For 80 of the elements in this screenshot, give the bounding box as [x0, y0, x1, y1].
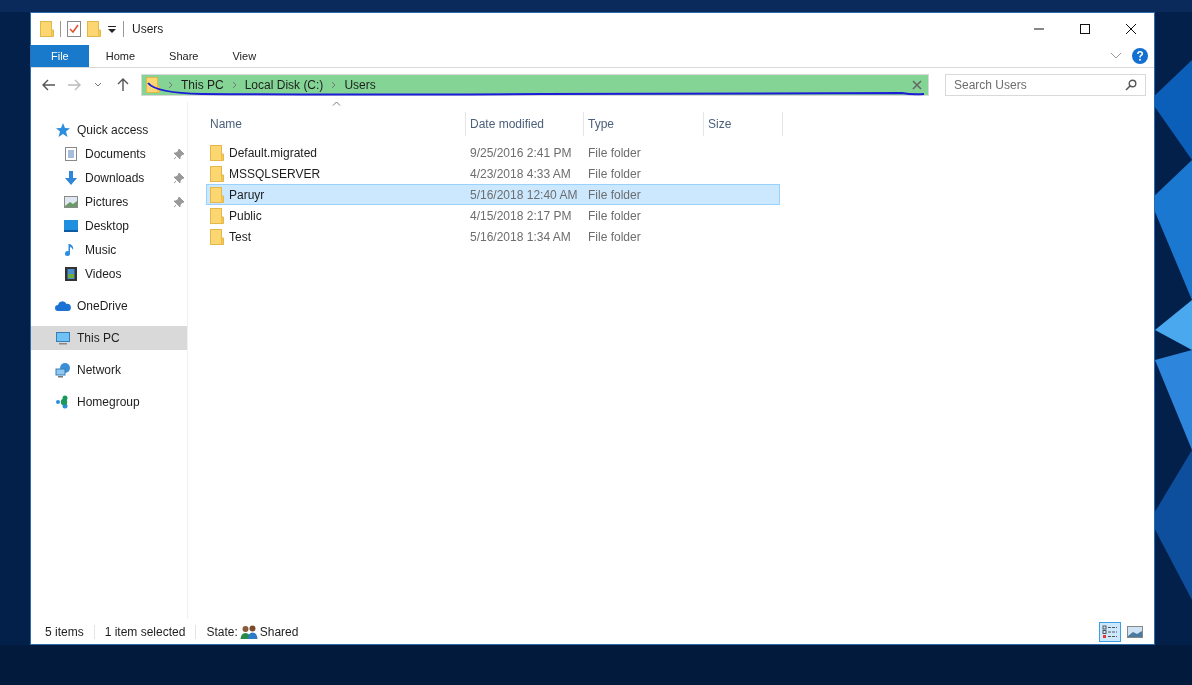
- ribbon-tab[interactable]: View: [215, 45, 274, 67]
- column-header[interactable]: Date modified: [466, 112, 584, 136]
- close-icon[interactable]: [1125, 23, 1137, 35]
- type-cell-text: File folder: [587, 208, 642, 223]
- nav-item[interactable]: Network: [31, 358, 187, 382]
- file-name: MSSQLSERVER: [229, 166, 321, 181]
- folder-icon: [210, 186, 224, 203]
- pc-icon: [55, 330, 71, 346]
- state-value: Shared: [259, 624, 299, 639]
- state-label: State:: [206, 624, 238, 639]
- date-cell-text: 5/16/2018 12:40 AM: [469, 187, 579, 202]
- breadcrumb[interactable]: This PC: [181, 78, 224, 92]
- folder-icon: [210, 165, 224, 182]
- ribbon-tab[interactable]: Home: [88, 45, 153, 67]
- folder-icon: [210, 228, 224, 245]
- nav-item[interactable]: Homegroup: [31, 390, 187, 414]
- breadcrumb[interactable]: Local Disk (C:): [244, 78, 324, 92]
- caret-icon[interactable]: [107, 24, 117, 34]
- date-cell-text: 9/25/2016 2:41 PM: [469, 145, 573, 160]
- column-header[interactable]: Size: [704, 112, 783, 136]
- star-icon: [55, 122, 71, 138]
- pictures-icon: [63, 194, 79, 210]
- column-header[interactable]: Type: [584, 112, 704, 136]
- file-name: Test: [229, 229, 251, 244]
- folder-icon: [210, 207, 224, 224]
- type-cell-text: File folder: [587, 145, 642, 160]
- search-icon: [1125, 79, 1137, 91]
- nav-item[interactable]: Downloads: [31, 166, 187, 190]
- column-header[interactable]: Name: [206, 112, 466, 136]
- item-count: 5 items: [45, 624, 84, 639]
- document-icon: [63, 146, 79, 162]
- up-icon[interactable]: [116, 78, 129, 92]
- nav-item[interactable]: OneDrive: [31, 294, 187, 318]
- folder-icon: [210, 144, 224, 161]
- file-row[interactable]: Public 4/15/2018 2:17 PM File folder: [206, 205, 780, 226]
- nav-item[interactable]: Videos: [31, 262, 187, 286]
- date-cell-text: 5/16/2018 1:34 AM: [469, 229, 572, 244]
- date-cell-text: 4/23/2018 4:33 AM: [469, 166, 572, 181]
- desktop-icon: [63, 218, 79, 234]
- expand-ribbon-icon[interactable]: [1110, 52, 1122, 60]
- file-row[interactable]: Default.migrated 9/25/2016 2:41 PM File folder: [206, 142, 780, 163]
- type-cell-text: File folder: [587, 166, 642, 181]
- chevron-icon: [331, 81, 337, 89]
- nav-item[interactable]: Documents: [31, 142, 187, 166]
- cloud-icon: [55, 298, 71, 314]
- help-icon[interactable]: [1132, 48, 1148, 64]
- ribbon-tab[interactable]: File: [31, 45, 89, 67]
- file-row[interactable]: MSSQLSERVER 4/23/2018 4:33 AM File folder: [206, 163, 780, 184]
- network-icon: [55, 362, 71, 378]
- videos-icon: [63, 266, 79, 282]
- chevron-icon: [168, 81, 173, 89]
- download-icon: [63, 170, 79, 186]
- type-cell-text: File folder: [587, 229, 642, 244]
- window-title: Users: [132, 22, 164, 36]
- search-field[interactable]: Search Users: [945, 74, 1146, 96]
- file-row[interactable]: Test 5/16/2018 1:34 AM File folder: [206, 226, 780, 247]
- nav-item[interactable]: Pictures: [31, 190, 187, 214]
- file-name: Public: [229, 208, 262, 223]
- date-cell-text: 4/15/2018 2:17 PM: [469, 208, 573, 223]
- new-folder-icon: [87, 21, 101, 37]
- selection-count: 1 item selected: [104, 624, 186, 639]
- file-name: Default.migrated: [229, 145, 318, 160]
- address-bar[interactable]: This PC Local Disk (C:) Users: [141, 74, 929, 96]
- folder-icon: [40, 21, 54, 37]
- nav-item[interactable]: Music: [31, 238, 187, 262]
- chevron-icon: [231, 81, 237, 89]
- properties-icon[interactable]: [67, 21, 81, 37]
- nav-item[interactable]: This PC: [31, 326, 187, 350]
- nav-item[interactable]: Quick access: [31, 118, 187, 142]
- ribbon-tab[interactable]: Share: [152, 45, 216, 67]
- details-view-button[interactable]: [1099, 621, 1121, 642]
- file-name: Paruyr: [229, 187, 265, 202]
- file-row[interactable]: Paruyr 5/16/2018 12:40 AM File folder: [206, 184, 780, 205]
- users-icon: [239, 623, 258, 640]
- breadcrumb[interactable]: Users: [344, 78, 376, 92]
- maximize-icon[interactable]: [1079, 23, 1091, 35]
- back-icon[interactable]: [42, 79, 57, 91]
- folder-icon: [146, 77, 160, 93]
- nav-item[interactable]: Desktop: [31, 214, 187, 238]
- type-cell-text: File folder: [587, 187, 642, 202]
